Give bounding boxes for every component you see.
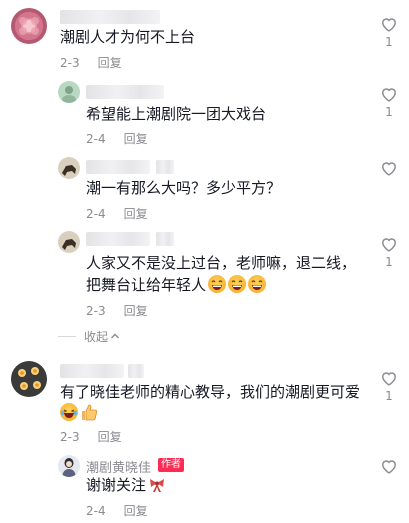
heart-outline-icon <box>382 18 396 32</box>
grinning-emoji-icon <box>208 275 227 293</box>
like-button[interactable] <box>378 160 400 179</box>
like-button[interactable]: 1 <box>378 236 400 269</box>
reply-text-line: 把舞台让给年轻人 <box>86 274 267 296</box>
heart-outline-icon <box>382 88 396 102</box>
reply-name-blurred <box>86 85 164 99</box>
reply-text: 希望能上潮剧院一团大戏台 <box>86 105 267 123</box>
reply-name-blurred <box>156 160 174 174</box>
divider-line <box>58 335 76 337</box>
reply-text-line-2: 把舞台让给年轻人 <box>86 276 207 294</box>
reply-text-row: 谢谢关注 <box>86 474 166 496</box>
chevron-up-icon <box>111 333 120 339</box>
reply-meta: 2-4 回复 <box>86 502 148 519</box>
reply-date: 2-3 <box>86 304 106 318</box>
like-button[interactable] <box>378 458 400 477</box>
reply-text: 潮一有那么大吗？多少平方？ <box>86 179 282 197</box>
comment-text: 潮剧人才为何不上台 <box>60 28 196 46</box>
reply-date: 2-4 <box>86 132 106 146</box>
collapse-replies-button[interactable]: 收起 <box>58 327 121 345</box>
comment-date: 2-3 <box>60 56 80 70</box>
commenter-name-blurred <box>60 364 124 378</box>
comment-date: 2-3 <box>60 430 80 444</box>
heart-outline-icon <box>382 238 396 252</box>
like-button[interactable]: 1 <box>378 16 400 49</box>
author-badge: 作者 <box>158 458 184 472</box>
reply-button[interactable]: 回复 <box>98 56 122 70</box>
comment-text: 有了晓佳老师的精心教导，我们的潮剧更可爱 <box>60 383 361 401</box>
heart-outline-icon <box>382 460 396 474</box>
laughing-tears-emoji-icon <box>60 403 78 421</box>
comment-emoji-row <box>60 403 98 421</box>
author-avatar[interactable] <box>58 455 80 477</box>
reply-button[interactable]: 回复 <box>98 430 122 444</box>
reply-text: 谢谢关注 <box>86 476 147 494</box>
bow-emoji-icon <box>148 475 166 493</box>
reply-button[interactable]: 回复 <box>124 207 148 221</box>
comment-meta: 2-3 回复 <box>60 54 122 71</box>
reply-button[interactable]: 回复 <box>124 132 148 146</box>
heart-outline-icon <box>382 162 396 176</box>
like-count: 1 <box>385 255 393 269</box>
reply-date: 2-4 <box>86 504 106 518</box>
commenter-name-blurred <box>60 10 160 24</box>
like-button[interactable]: 1 <box>378 86 400 119</box>
reply-name-blurred <box>86 232 150 246</box>
like-count: 1 <box>385 105 393 119</box>
like-count: 1 <box>385 35 393 49</box>
grinning-emoji-icon <box>248 275 267 293</box>
reply-avatar[interactable] <box>58 231 80 253</box>
grinning-emoji-icon <box>228 275 247 293</box>
commenter-name-blurred <box>128 364 144 378</box>
reply-avatar[interactable] <box>58 157 80 179</box>
reply-date: 2-4 <box>86 207 106 221</box>
heart-outline-icon <box>382 372 396 386</box>
reply-button[interactable]: 回复 <box>124 304 148 318</box>
like-button[interactable]: 1 <box>378 370 400 403</box>
reply-meta: 2-3 回复 <box>86 302 148 319</box>
commenter-avatar[interactable] <box>11 8 47 44</box>
reply-meta: 2-4 回复 <box>86 205 148 222</box>
like-count: 1 <box>385 389 393 403</box>
reply-text-line: 人家又不是没上过台，老师嘛，退二线， <box>86 254 357 272</box>
collapse-label: 收起 <box>84 329 109 344</box>
reply-button[interactable]: 回复 <box>124 504 148 518</box>
thumbs-up-emoji-icon <box>80 403 98 421</box>
reply-avatar[interactable] <box>58 81 80 103</box>
comment-meta: 2-3 回复 <box>60 428 122 445</box>
commenter-avatar[interactable] <box>11 361 47 397</box>
reply-meta: 2-4 回复 <box>86 130 148 147</box>
reply-name-blurred <box>156 232 174 246</box>
reply-name-blurred <box>86 160 150 174</box>
